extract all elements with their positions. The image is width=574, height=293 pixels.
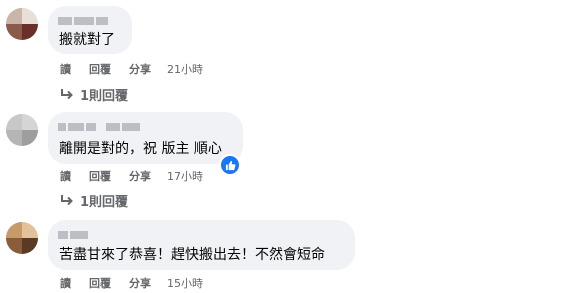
comment-actions: 讀 回覆 分享 17小時 [60,168,203,184]
timestamp[interactable]: 17小時 [167,168,203,184]
comment-bubble: 離開是對的，祝 版主 順心 [48,112,243,164]
reply-button[interactable]: 回覆 [89,168,111,184]
comment-actions: 讀 回覆 分享 21小時 [60,61,203,77]
thumbs-up-icon [225,160,236,170]
comment-bubble: 搬就對了 [48,6,132,54]
avatar[interactable] [6,8,38,40]
reply-button[interactable]: 回覆 [89,61,111,77]
comment-text: 離開是對的，祝 版主 順心 [59,141,222,157]
author-name-blurred[interactable] [58,123,140,131]
share-button[interactable]: 分享 [129,61,151,77]
share-button[interactable]: 分享 [129,168,151,184]
read-button[interactable]: 讀 [60,168,71,184]
view-replies-link[interactable]: 1則回覆 [60,191,128,210]
replies-label: 1則回覆 [80,89,129,104]
comment-bubble: 苦盡甘來了恭喜！趕快搬出去！不然會短命 [48,220,355,270]
timestamp[interactable]: 21小時 [167,61,203,77]
replies-label: 1則回覆 [80,195,129,210]
author-name-blurred[interactable] [58,231,88,239]
reply-button[interactable]: 回覆 [89,275,111,291]
share-button[interactable]: 分享 [129,275,151,291]
author-name-blurred[interactable] [58,17,108,25]
reply-arrow-icon [61,194,73,205]
read-button[interactable]: 讀 [60,275,71,291]
comment-text: 苦盡甘來了恭喜！趕快搬出去！不然會短命 [59,247,325,263]
comment-text: 搬就對了 [59,32,115,48]
read-button[interactable]: 讀 [60,61,71,77]
reply-arrow-icon [61,88,73,99]
avatar[interactable] [6,114,38,146]
comment-actions: 讀 回覆 分享 15小時 [60,275,203,291]
avatar[interactable] [6,222,38,254]
timestamp[interactable]: 15小時 [167,275,203,291]
view-replies-link[interactable]: 1則回覆 [60,85,128,104]
like-reaction-badge[interactable] [219,154,241,176]
